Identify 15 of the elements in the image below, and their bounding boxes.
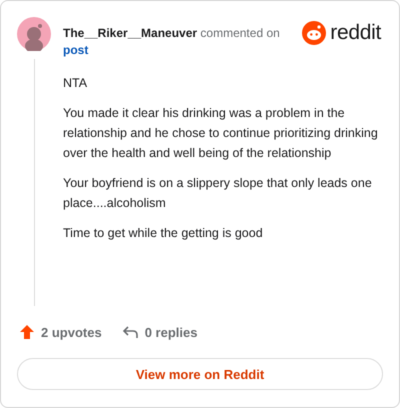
upvote-icon[interactable] <box>19 324 35 340</box>
username[interactable]: The__Riker__Maneuver <box>63 26 198 40</box>
comment-paragraph: Time to get while the getting is good <box>63 225 264 242</box>
logo-text: reddit <box>330 21 381 45</box>
action-text: commented on <box>200 26 280 40</box>
avatar-icon <box>17 17 51 51</box>
reply-count: 0 replies <box>144 324 198 340</box>
comment-paragraph: Your boyfriend is on a slippery slope that only leads one place....alcoholism <box>63 175 373 212</box>
comment-paragraph: NTA <box>63 75 88 92</box>
view-more-button[interactable]: View more on Reddit <box>17 358 383 390</box>
post-link[interactable]: post <box>63 43 88 57</box>
comment-paragraph: You made it clear his drinking was a problem in the relationship and he chose to continue prioritizing drinking over the health and well being of the relationship <box>63 105 379 162</box>
reply-icon[interactable] <box>122 324 139 340</box>
upvote-count: 2 upvotes <box>41 324 102 340</box>
reddit-logo-icon <box>302 21 326 45</box>
